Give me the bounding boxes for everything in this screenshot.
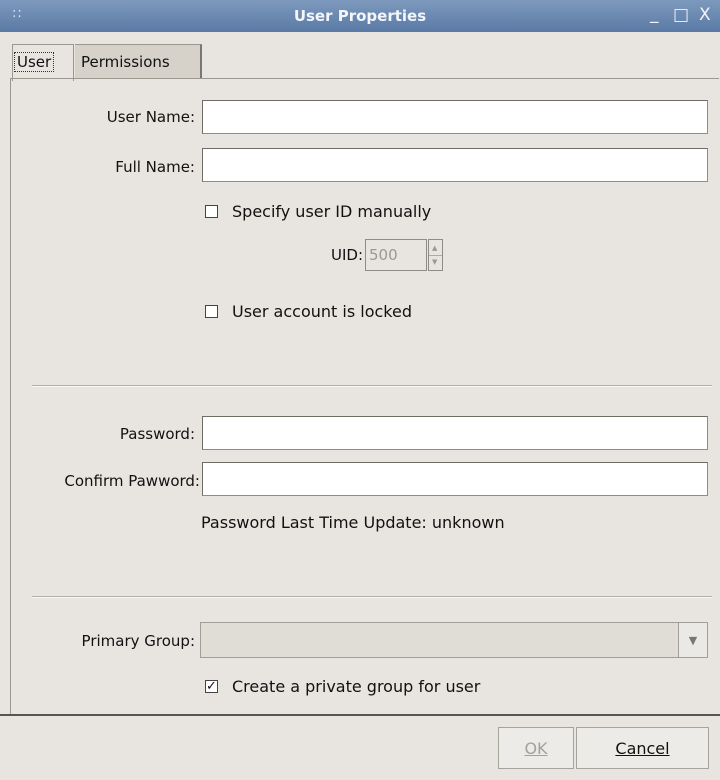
separator	[32, 385, 712, 387]
footer-divider	[0, 714, 720, 716]
account-locked-checkbox[interactable]	[205, 305, 218, 318]
full-name-field[interactable]	[202, 148, 708, 182]
ok-button[interactable]: OK	[498, 727, 574, 769]
spin-divider	[429, 255, 442, 256]
window-title: User Properties	[293, 7, 427, 25]
confirm-password-label: Confirm Pawword:	[64, 472, 200, 490]
tab-user-label: User	[13, 52, 55, 72]
tab-user[interactable]: User	[12, 44, 74, 81]
spin-up-icon[interactable]: ▲	[432, 244, 437, 252]
full-name-label: Full Name:	[115, 158, 195, 176]
password-label: Password:	[119, 425, 195, 443]
maximize-icon[interactable]: □	[673, 5, 689, 25]
uid-label: UID:	[330, 246, 363, 264]
tab-permissions[interactable]: Permissions	[75, 44, 202, 79]
confirm-password-field[interactable]	[202, 462, 708, 496]
private-group-label: Create a private group for user	[232, 677, 481, 696]
user-name-label: User Name:	[106, 108, 195, 126]
cancel-button-label: Cancel	[615, 739, 670, 758]
specify-uid-checkbox[interactable]	[205, 205, 218, 218]
chevron-down-icon[interactable]: ▼	[678, 622, 708, 658]
minimize-icon[interactable]: _	[650, 4, 659, 24]
cancel-button[interactable]: Cancel	[576, 727, 709, 769]
uid-spinner-buttons[interactable]: ▲ ▼	[428, 239, 443, 271]
spin-down-icon[interactable]: ▼	[432, 258, 437, 266]
password-field[interactable]	[202, 416, 708, 450]
separator	[32, 596, 712, 598]
primary-group-label: Primary Group:	[81, 632, 195, 650]
private-group-checkbox[interactable]: ✓	[205, 680, 218, 693]
close-icon[interactable]: X	[699, 5, 711, 25]
user-name-field[interactable]	[202, 100, 708, 134]
specify-uid-label: Specify user ID manually	[232, 202, 432, 221]
ok-button-label: OK	[524, 739, 548, 758]
password-last-update: Password Last Time Update: unknown	[201, 513, 505, 532]
tab-permissions-label: Permissions	[81, 53, 170, 71]
primary-group-select[interactable]	[200, 622, 708, 658]
uid-spinbox[interactable]: 500	[365, 239, 427, 271]
account-locked-label: User account is locked	[232, 302, 412, 321]
title-bar[interactable]: :: User Properties _ □ X	[0, 0, 720, 32]
